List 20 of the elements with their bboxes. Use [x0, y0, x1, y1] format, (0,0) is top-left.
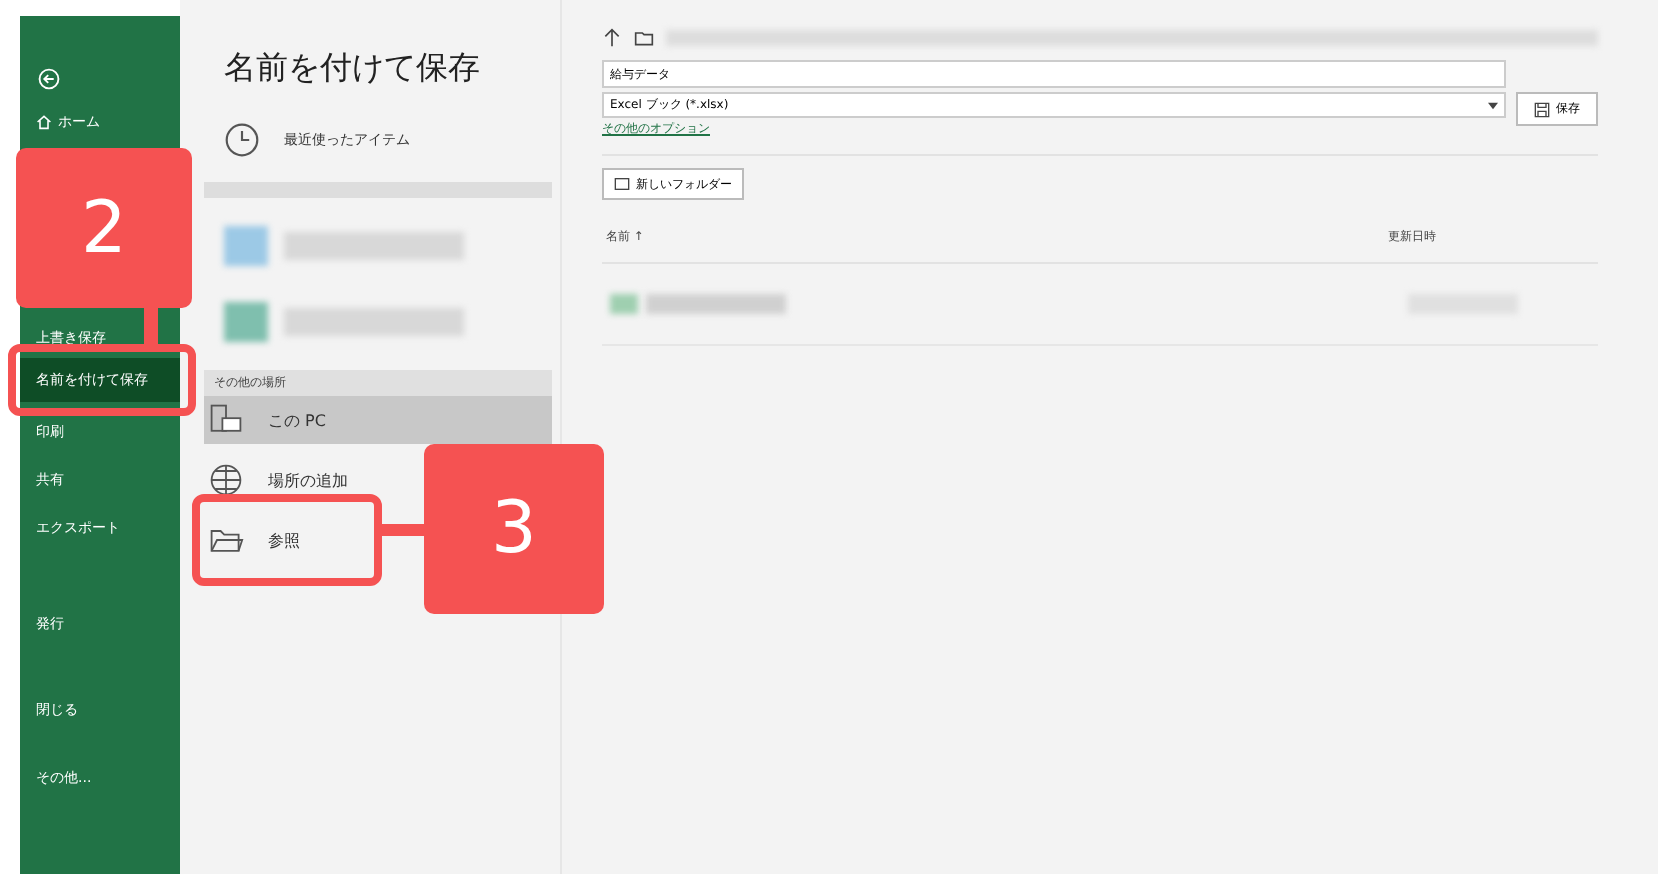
home-icon	[36, 114, 52, 131]
computer-icon	[208, 402, 244, 438]
save-icon	[1534, 101, 1550, 117]
blurred-thumbnail	[224, 302, 268, 342]
location-item[interactable]: 場所の追加	[204, 456, 372, 504]
step-callout: 2	[16, 148, 192, 308]
blurred-thumbnail	[224, 226, 268, 266]
up-arrow-icon[interactable]	[602, 28, 622, 48]
new-folder-icon	[614, 176, 630, 192]
dropdown-arrow-icon	[1488, 101, 1498, 109]
back-icon[interactable]	[38, 68, 60, 90]
folder-icon	[634, 28, 654, 48]
globe-icon	[208, 462, 244, 498]
step-callout: 3	[424, 444, 604, 614]
blurred-file-icon	[610, 294, 638, 314]
page-title: 名前を付けて保存	[224, 48, 482, 90]
location-item[interactable]: 参照	[204, 516, 324, 564]
blurred-text	[646, 294, 786, 314]
location-item[interactable]: この PC	[204, 396, 552, 444]
clock-icon	[224, 122, 260, 158]
